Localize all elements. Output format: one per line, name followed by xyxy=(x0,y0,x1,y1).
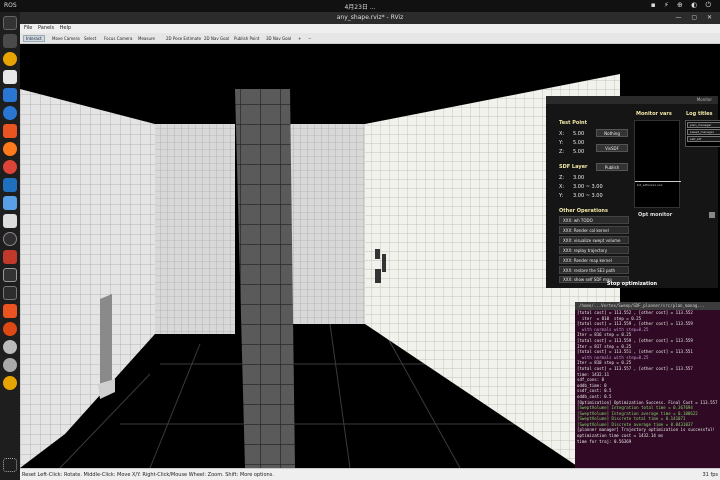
tool-3d-nav-goal[interactable]: 3D Nav Goal xyxy=(264,35,293,42)
publish-button[interactable]: Publish xyxy=(596,163,628,171)
tool-select[interactable]: Select xyxy=(82,35,98,42)
recorder-app-icon[interactable] xyxy=(3,358,17,372)
terminal-app-icon[interactable] xyxy=(3,16,17,30)
obs-app-icon[interactable] xyxy=(3,232,17,246)
opt-monitor-toggle[interactable] xyxy=(709,212,715,218)
system-top-bar: ROS 4月23日 ... ▪ ⚡ ⊕ ◐ ⏻ xyxy=(0,0,720,12)
apps-grid-icon[interactable] xyxy=(3,458,17,472)
tool-add[interactable]: + xyxy=(296,35,303,42)
tool-publish-point[interactable]: Publish Point xyxy=(232,35,261,42)
tool-interact[interactable]: Interact xyxy=(23,35,45,42)
trash-app-icon[interactable] xyxy=(3,376,17,390)
terminal-output: [total cost] = 113.552 , [other cost] = … xyxy=(575,310,720,444)
window-title-bar[interactable]: any_shape.rviz* - RViz — ▢ ✕ xyxy=(20,12,720,24)
terminal-line: time for traj: 0.56369 xyxy=(577,438,632,444)
tool-measure[interactable]: Measure xyxy=(136,35,157,42)
monitor-vars-title: Monitor vars xyxy=(636,111,672,117)
tool-2d-pose-estimate[interactable]: 2D Pose Estimate xyxy=(164,35,203,42)
tool-bar: Interact Move Camera Select Focus Camera… xyxy=(20,33,720,44)
editor-app-icon[interactable] xyxy=(3,214,17,228)
sdf-layer-title: SDF Layer xyxy=(559,164,588,170)
help-app-icon[interactable] xyxy=(3,106,17,120)
nothing-button[interactable]: Nothing xyxy=(596,129,628,137)
window-title: any_shape.rviz* - RViz xyxy=(336,14,404,21)
back-wall-left xyxy=(155,124,235,334)
test-point-z-value[interactable]: 5.00 xyxy=(573,149,584,155)
log-titles-title: Log titles xyxy=(686,111,713,117)
menu-file[interactable]: File xyxy=(24,25,32,31)
system-tray[interactable]: ▪ ⚡ ⊕ ◐ ⏻ xyxy=(651,1,714,10)
left-obstacle xyxy=(100,294,112,389)
tool-remove[interactable]: − xyxy=(306,35,313,42)
ubuntu-app-icon[interactable] xyxy=(3,322,17,336)
window-controls[interactable]: — ▢ ✕ xyxy=(675,14,716,21)
tool-focus-camera[interactable]: Focus Camera xyxy=(102,35,134,42)
writer-app-icon[interactable] xyxy=(3,88,17,102)
terminal-window[interactable]: /home/...Vertex/Sweep/SDF_planner/src/pl… xyxy=(575,302,720,468)
terminal-title[interactable]: /home/...Vertex/Sweep/SDF_planner/src/pl… xyxy=(575,302,720,310)
rhythmbox-app-icon[interactable] xyxy=(3,52,17,66)
op-button[interactable]: XXX: visualize swept volume xyxy=(559,236,629,244)
terminal-app-icon-2[interactable] xyxy=(3,286,17,300)
sdf-y-label: Y: xyxy=(559,193,564,199)
log-item[interactable]: self_sdf xyxy=(687,136,720,142)
menu-panels[interactable]: Panels xyxy=(38,25,54,31)
fps-readout: 31 fps xyxy=(702,472,719,478)
tool-2d-nav-goal[interactable]: 2D Nav Goal xyxy=(202,35,231,42)
back-wall-right xyxy=(290,124,365,324)
test-point-y-value[interactable]: 5.00 xyxy=(573,140,584,146)
dock xyxy=(0,12,20,480)
stop-optimization-button[interactable]: Stop optimization xyxy=(546,280,718,288)
test-point-x-label: X: xyxy=(559,131,565,137)
vissdf-button[interactable]: VisSDF xyxy=(596,144,628,152)
sdf-x-range[interactable]: 3.00 ~ 3.00 xyxy=(573,184,603,190)
op-button[interactable]: XXX: Render map kernel xyxy=(559,256,629,264)
rviz-window: any_shape.rviz* - RViz — ▢ ✕ File Panels… xyxy=(20,12,720,480)
op-button[interactable]: XXX: wh TODO xyxy=(559,216,629,224)
op-button[interactable]: XXX: replay trajectory xyxy=(559,246,629,254)
monitor-plot: tot_sdfxxxxx.xxx xyxy=(634,120,681,208)
menu-help[interactable]: Help xyxy=(60,25,71,31)
sysmon-app-icon[interactable] xyxy=(3,268,17,282)
opt-monitor-title: Opt monitor xyxy=(638,212,673,218)
firefox-app-icon[interactable] xyxy=(3,142,17,156)
tool-move-camera[interactable]: Move Camera xyxy=(50,35,82,42)
plot-line xyxy=(635,181,681,182)
plot-label: tot_sdfxxxxx.xxx xyxy=(637,183,663,187)
status-hint: Reset Left-Click: Rotate. Middle-Click: … xyxy=(22,472,274,478)
control-panel: Monitor Test Point X: 5.00 Y: 5.00 Z: 5.… xyxy=(546,96,720,288)
sdf-z-label: Z: xyxy=(559,175,565,181)
status-bar: Reset Left-Click: Rotate. Middle-Click: … xyxy=(20,468,720,480)
document-app-icon[interactable] xyxy=(3,70,17,84)
center-pillar xyxy=(235,89,295,468)
stats-app-icon[interactable] xyxy=(3,340,17,354)
cloud-app-icon[interactable] xyxy=(3,196,17,210)
op-button[interactable]: XXX: restore the SE3 path xyxy=(559,266,629,274)
panel-title: Monitor xyxy=(696,97,712,102)
panel-header[interactable]: Monitor xyxy=(546,96,718,104)
sdf-x-label: X: xyxy=(559,184,565,190)
sdf-y-range[interactable]: 3.00 ~ 3.00 xyxy=(573,193,603,199)
test-point-title: Test Point xyxy=(559,120,588,126)
test-point-x-value[interactable]: 5.00 xyxy=(573,131,584,137)
menu-bar: File Panels Help xyxy=(20,24,720,33)
chrome-app-icon[interactable] xyxy=(3,160,17,174)
rviz-app-icon[interactable] xyxy=(3,34,17,48)
app-icon-generic[interactable] xyxy=(3,250,17,264)
log-item[interactable]: swept_manager xyxy=(687,129,720,135)
system-clock[interactable]: 4月23日 ... xyxy=(0,2,720,11)
vscode-app-icon[interactable] xyxy=(3,178,17,192)
software-app-icon[interactable] xyxy=(3,124,17,138)
test-point-y-label: Y: xyxy=(559,140,564,146)
log-item[interactable]: plan_manager xyxy=(687,122,720,128)
other-ops-title: Other Operations xyxy=(559,208,608,214)
op-button[interactable]: XXX: Render col kernel xyxy=(559,226,629,234)
media-app-icon[interactable] xyxy=(3,304,17,318)
sdf-z-value[interactable]: 3.00 xyxy=(573,175,584,181)
render-viewport[interactable]: Monitor Test Point X: 5.00 Y: 5.00 Z: 5.… xyxy=(20,44,720,468)
log-list[interactable]: plan_manager swept_manager self_sdf xyxy=(685,120,720,147)
test-point-z-label: Z: xyxy=(559,149,565,155)
